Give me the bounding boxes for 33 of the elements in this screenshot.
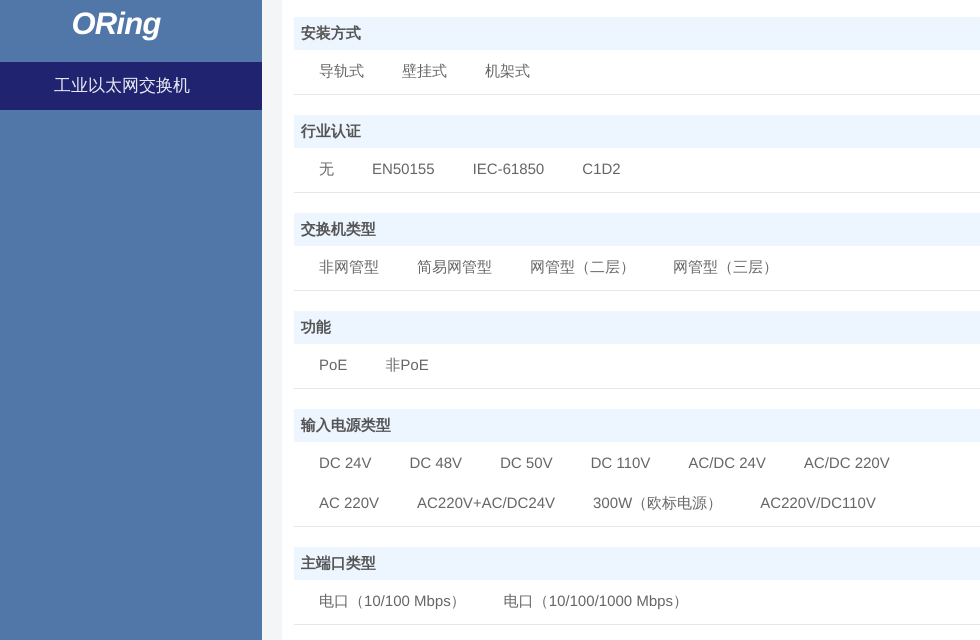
filter-option[interactable]: 无 <box>319 150 334 190</box>
filter-option[interactable]: AC 220V <box>319 484 380 524</box>
filter-option[interactable]: EN50155 <box>372 150 435 190</box>
filter-heading: 输入电源类型 <box>294 409 980 442</box>
filter-option[interactable]: 电口（10/100 Mbps） <box>319 582 466 622</box>
filter-option[interactable]: 非网管型 <box>319 248 379 288</box>
filter-option[interactable]: 非PoE <box>385 346 429 386</box>
filter-heading: 行业认证 <box>294 115 980 148</box>
filter-heading: 主端口类型 <box>294 547 980 580</box>
filter-option[interactable]: 网管型（三层） <box>673 248 778 288</box>
filter-option[interactable]: DC 110V <box>590 444 650 484</box>
filter-option[interactable]: AC/DC 24V <box>688 444 766 484</box>
filter-option[interactable]: AC220V+AC/DC24V <box>417 484 556 524</box>
filter-option[interactable]: DC 24V <box>319 444 372 484</box>
filter-option[interactable]: 300W（欧标电源） <box>593 484 722 524</box>
filter-option[interactable]: AC220V/DC110V <box>760 484 876 524</box>
filter-option[interactable]: AC/DC 220V <box>804 444 890 484</box>
filter-option[interactable]: 机架式 <box>485 52 530 92</box>
filter-option[interactable]: C1D2 <box>582 150 621 190</box>
filter-heading: 安装方式 <box>294 17 980 50</box>
filter-heading: 交换机类型 <box>294 213 980 246</box>
filter-option[interactable]: DC 50V <box>500 444 553 484</box>
filter-option[interactable]: 网管型（二层） <box>530 248 635 288</box>
filter-heading: 功能 <box>294 311 980 344</box>
filter-option[interactable]: 导轨式 <box>319 52 364 92</box>
filter-option[interactable]: 壁挂式 <box>402 52 447 92</box>
filter-option[interactable]: IEC-61850 <box>472 150 544 190</box>
filter-option[interactable]: DC 48V <box>410 444 462 484</box>
logo: ORing <box>71 8 161 39</box>
sidebar-item[interactable]: 工业以太网交换机 <box>0 62 262 110</box>
filter-option[interactable]: PoE <box>319 346 348 386</box>
filter-option[interactable]: 简易网管型 <box>417 248 492 288</box>
filter-option[interactable]: 电口（10/100/1000 Mbps） <box>504 582 688 622</box>
